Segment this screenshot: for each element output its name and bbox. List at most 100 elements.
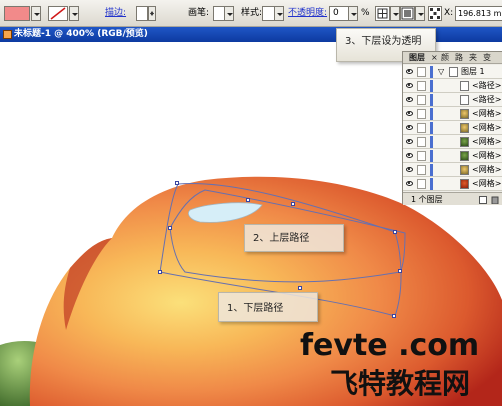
eye-icon[interactable] xyxy=(406,83,413,88)
lock-toggle[interactable] xyxy=(417,123,426,133)
delete-layer-icon[interactable] xyxy=(491,196,499,204)
lock-toggle[interactable] xyxy=(417,81,426,91)
layer-thumbnail xyxy=(460,95,469,105)
eye-icon[interactable] xyxy=(406,181,413,186)
layer-row[interactable]: <网格> xyxy=(403,177,502,191)
layer-row[interactable]: <网格> xyxy=(403,135,502,149)
opacity-value: 0 xyxy=(333,8,339,18)
eye-icon[interactable] xyxy=(406,153,413,158)
tab-pathfinder[interactable]: 路 xyxy=(455,53,463,63)
fill-dropdown[interactable] xyxy=(31,6,41,21)
layer-color-bar xyxy=(430,66,433,78)
stroke-weight-stepper[interactable] xyxy=(148,6,156,21)
tab-color[interactable]: 颜 xyxy=(441,53,449,63)
layer-color-bar xyxy=(430,122,433,134)
eye-icon[interactable] xyxy=(406,69,413,74)
grid-options-icon xyxy=(377,8,388,19)
layer-name: <网格> xyxy=(472,165,502,174)
layer-color-bar xyxy=(430,178,433,190)
layer-color-bar xyxy=(430,150,433,162)
watermark-cjk: 飞特教程网 xyxy=(330,367,471,400)
brush-dropdown[interactable] xyxy=(224,6,234,21)
x-input[interactable]: 196.813 m xyxy=(455,6,502,21)
lock-toggle[interactable] xyxy=(417,109,426,119)
stroke-label[interactable]: 描边: xyxy=(105,8,126,19)
fill-color-swatch[interactable] xyxy=(4,6,30,21)
layers-panel: 图层 × 颜 路 夹 变 ▽ 图层 1 <路径> <路径> <网格> <网格> <网格> <网… xyxy=(402,51,502,205)
panel-footer: 1 个图层 xyxy=(403,192,502,205)
layer-thumbnail xyxy=(460,123,469,133)
layer-count: 1 个图层 xyxy=(411,195,443,204)
layer-thumbnail xyxy=(460,109,469,119)
layer-row[interactable]: <网格> xyxy=(403,121,502,135)
stroke-weight-field[interactable] xyxy=(136,6,148,21)
lock-toggle[interactable] xyxy=(417,95,426,105)
layer-name: <网格> xyxy=(472,137,502,146)
tab-clip[interactable]: 夹 xyxy=(469,53,477,63)
opacity-dropdown[interactable] xyxy=(348,6,358,21)
opacity-input[interactable]: 0 xyxy=(329,6,349,21)
disclosure-triangle-icon[interactable]: ▽ xyxy=(438,68,444,76)
layer-name: <网格> xyxy=(472,151,502,160)
align-button[interactable] xyxy=(400,6,415,21)
style-options-dropdown[interactable] xyxy=(390,6,400,21)
style-label: 样式: xyxy=(241,8,263,18)
layer-thumbnail xyxy=(460,151,469,161)
lock-toggle[interactable] xyxy=(417,179,426,189)
stroke-dropdown[interactable] xyxy=(69,6,79,21)
layer-row[interactable]: <网格> xyxy=(403,149,502,163)
opacity-unit: % xyxy=(361,8,370,18)
control-bar: 描边: 画笔: 样式: 不透明度: 0 % X: 196.813 m xyxy=(0,0,502,27)
layer-row[interactable]: <网格> xyxy=(403,107,502,121)
eye-icon[interactable] xyxy=(406,139,413,144)
layer-name: 图层 1 xyxy=(461,67,485,76)
callout-step1-box: 1、下层路径 xyxy=(218,292,318,322)
illustrator-document-icon xyxy=(3,30,12,39)
watermark-latin: fevte .com xyxy=(300,328,480,363)
tab-transform[interactable]: 变 xyxy=(483,53,491,63)
align-dropdown[interactable] xyxy=(415,6,425,21)
layer-thumbnail xyxy=(460,81,469,91)
x-value: 196.813 m xyxy=(458,9,502,18)
layer-thumbnail xyxy=(460,165,469,175)
lock-toggle[interactable] xyxy=(417,165,426,175)
eye-icon[interactable] xyxy=(406,97,413,102)
layer-thumbnail xyxy=(460,179,469,189)
document-title: 未标题-1 @ 400% (RGB/预览) xyxy=(14,29,148,39)
layer-row[interactable]: <路径> xyxy=(403,79,502,93)
close-icon[interactable]: × xyxy=(431,53,438,63)
tab-layers[interactable]: 图层 xyxy=(409,53,425,63)
stroke-none-swatch[interactable] xyxy=(48,6,68,21)
layer-color-bar xyxy=(430,80,433,92)
layer-name: <网格> xyxy=(472,123,502,132)
reference-point-button[interactable] xyxy=(428,6,442,21)
callout-step2-box: 2、上层路径 xyxy=(244,224,344,252)
lock-toggle[interactable] xyxy=(417,137,426,147)
layer-row[interactable]: ▽ 图层 1 xyxy=(403,65,502,79)
layer-name: <网格> xyxy=(472,179,502,188)
layer-name: <网格> xyxy=(472,109,502,118)
callout-step3-text: 3、下层设为透明 xyxy=(345,36,422,47)
eye-icon[interactable] xyxy=(406,111,413,116)
lock-toggle[interactable] xyxy=(417,67,426,77)
none-icon xyxy=(50,7,66,20)
reference-point-icon xyxy=(430,8,440,19)
eye-icon[interactable] xyxy=(406,167,413,172)
lock-toggle[interactable] xyxy=(417,151,426,161)
layer-color-bar xyxy=(430,136,433,148)
x-label: X: xyxy=(444,8,454,18)
style-options-button[interactable] xyxy=(375,6,390,21)
opacity-label[interactable]: 不透明度: xyxy=(288,8,327,19)
new-layer-icon[interactable] xyxy=(479,196,487,204)
layer-name: <路径> xyxy=(472,81,502,90)
layer-row[interactable]: <路径> xyxy=(403,93,502,107)
callout-step2-text: 2、上层路径 xyxy=(253,233,310,244)
layer-color-bar xyxy=(430,108,433,120)
eye-icon[interactable] xyxy=(406,125,413,130)
panel-tabs: 图层 × 颜 路 夹 变 xyxy=(403,52,502,64)
layer-color-bar xyxy=(430,164,433,176)
style-dropdown[interactable] xyxy=(274,6,284,21)
layer-row[interactable]: <网格> xyxy=(403,163,502,177)
layer-color-bar xyxy=(430,94,433,106)
layer-thumbnail xyxy=(460,137,469,147)
